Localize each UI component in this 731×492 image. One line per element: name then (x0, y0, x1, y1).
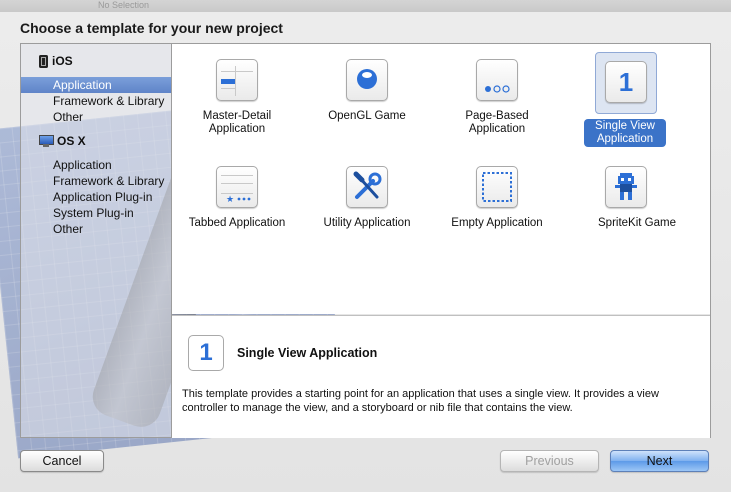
template-label: Tabbed Application (188, 217, 286, 229)
template-single-view[interactable]: 1 Single View Application (562, 52, 692, 152)
sidebar-section-osx: OS X (21, 132, 171, 150)
template-label-line1: Single View (595, 120, 655, 132)
template-master-detail[interactable]: Master-Detail Application (172, 52, 302, 152)
single-view-icon: 1 (188, 335, 224, 371)
cancel-button[interactable]: Cancel (20, 450, 104, 472)
background-window-title: No Selection (98, 0, 150, 10)
template-spritekit-game[interactable]: SpriteKit Game (562, 159, 692, 259)
template-label: Single View Application (584, 119, 666, 147)
template-label: Empty Application (451, 217, 543, 229)
section-title: iOS (52, 54, 73, 68)
template-utility[interactable]: Utility Application (302, 159, 432, 259)
previous-button[interactable]: Previous (500, 450, 599, 472)
next-button[interactable]: Next (610, 450, 709, 472)
template-label: OpenGL Game (328, 110, 406, 122)
single-view-icon: 1 (605, 61, 647, 103)
sidebar-item-ios-other[interactable]: Other (21, 109, 171, 125)
sidebar-item-osx-framework-library[interactable]: Framework & Library (21, 173, 171, 189)
detail-title: Single View Application (237, 346, 378, 360)
sheet-heading: Choose a template for your new project (20, 20, 283, 36)
template-empty-application[interactable]: Empty Application (432, 159, 562, 259)
template-chooser-panel: iOS Application Framework & Library Othe… (20, 43, 711, 438)
iphone-icon (39, 54, 48, 68)
template-label: SpriteKit Game (598, 217, 676, 229)
template-label-line2: Application (596, 133, 654, 145)
opengl-game-icon (346, 59, 388, 101)
detail-description: This template provides a starting point … (182, 388, 659, 414)
sidebar-item-osx-application[interactable]: Application (21, 157, 171, 173)
template-label: Page-Based (465, 110, 529, 122)
master-detail-icon (216, 59, 258, 101)
template-label: Master-Detail (202, 110, 272, 122)
sidebar-item-ios-application[interactable]: Application (21, 77, 171, 93)
template-page-based[interactable]: Page-Based Application (432, 52, 562, 152)
platform-sidebar: iOS Application Framework & Library Othe… (21, 44, 172, 437)
svg-text:★: ★ (226, 195, 234, 205)
tabbed-icon: ★ (216, 166, 258, 208)
spritekit-game-icon (605, 166, 647, 208)
utility-icon (346, 166, 388, 208)
template-grid: Master-Detail Application OpenGL Game Pa… (172, 44, 710, 314)
section-title: OS X (57, 134, 86, 148)
template-detail-pane: 1 Single View Application This template … (172, 315, 710, 438)
sidebar-item-osx-system-plugin[interactable]: System Plug-in (21, 205, 171, 221)
template-label: Utility Application (323, 217, 411, 229)
mac-icon (39, 135, 54, 147)
template-label-line2: Application (208, 123, 266, 135)
template-opengl-game[interactable]: OpenGL Game (302, 52, 432, 152)
template-tabbed[interactable]: ★ Tabbed Application (172, 159, 302, 259)
empty-application-icon (476, 166, 518, 208)
page-based-icon (476, 59, 518, 101)
sidebar-item-osx-other[interactable]: Other (21, 221, 171, 237)
sidebar-item-osx-application-plugin[interactable]: Application Plug-in (21, 189, 171, 205)
sidebar-section-ios: iOS (21, 52, 171, 70)
sidebar-item-ios-framework-library[interactable]: Framework & Library (21, 93, 171, 109)
template-label-line2: Application (468, 123, 526, 135)
